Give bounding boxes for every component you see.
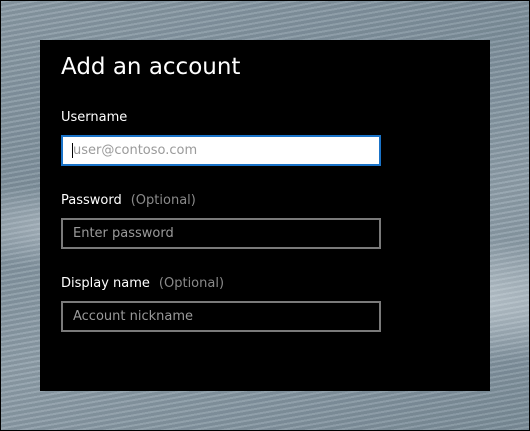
display-name-optional-label: (Optional) — [158, 276, 225, 291]
display-name-label: Display name — [61, 276, 150, 291]
username-input[interactable] — [61, 135, 381, 166]
display-name-input[interactable] — [61, 301, 381, 332]
display-name-label-row: Display name (Optional) — [61, 276, 224, 291]
password-input[interactable] — [61, 218, 381, 249]
username-label-row: Username — [61, 110, 127, 125]
password-label-row: Password (Optional) — [61, 193, 196, 208]
password-optional-label: (Optional) — [130, 193, 196, 208]
add-account-dialog: Add an account Username Password (Optiona… — [40, 40, 490, 391]
password-label: Password — [61, 193, 122, 208]
text-caret — [72, 143, 73, 158]
username-label: Username — [61, 110, 128, 125]
dialog-title: Add an account — [61, 54, 241, 80]
